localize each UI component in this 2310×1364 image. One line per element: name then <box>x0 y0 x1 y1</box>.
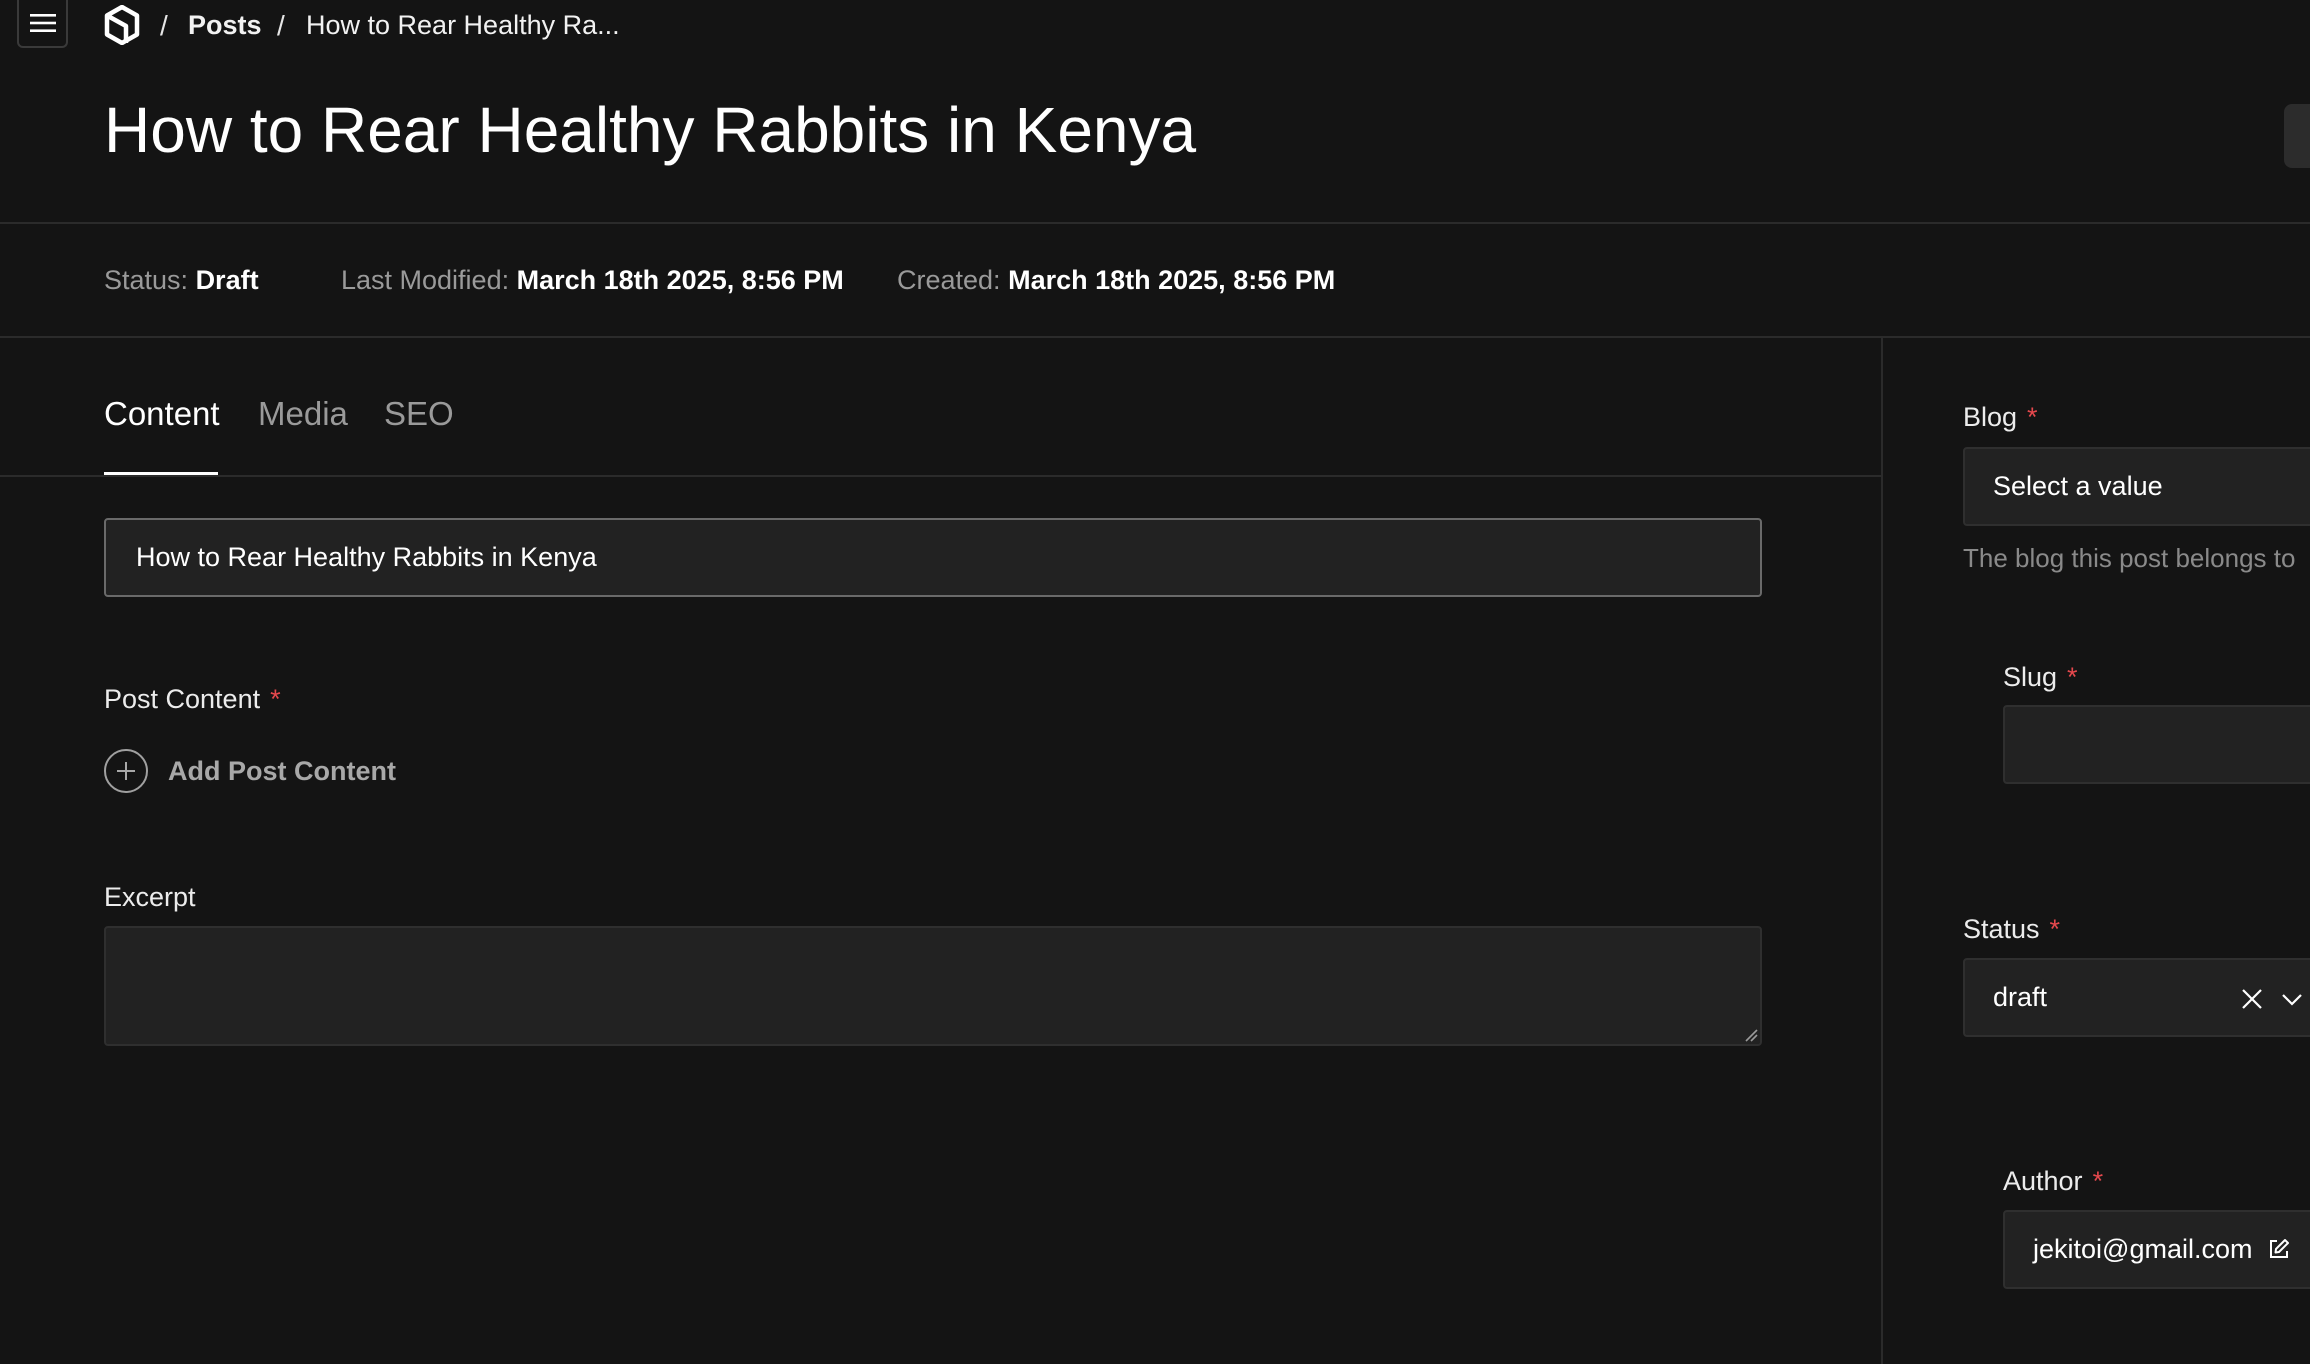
tab-media[interactable]: Media <box>258 395 348 433</box>
title-input[interactable] <box>104 518 1762 597</box>
breadcrumb-separator: / <box>160 10 168 41</box>
app-logo-icon[interactable] <box>104 5 140 45</box>
created-value: March 18th 2025, 8:56 PM <box>1008 265 1336 295</box>
slug-label-text: Slug <box>2003 662 2058 692</box>
plus-circle-icon <box>104 749 148 793</box>
status-label-text: Status <box>1963 914 2040 944</box>
status-meta: Status: Draft <box>104 265 259 296</box>
last-modified-value: March 18th 2025, 8:56 PM <box>516 265 844 295</box>
slug-input[interactable] <box>2003 705 2310 784</box>
tab-seo[interactable]: SEO <box>384 395 454 433</box>
header-divider <box>0 222 2310 224</box>
chevron-down-icon[interactable] <box>2281 990 2303 1008</box>
status-label: Status * <box>1963 914 2060 945</box>
breadcrumb-current-page: How to Rear Healthy Ra... <box>306 10 620 40</box>
breadcrumb-posts-link[interactable]: Posts <box>188 10 262 41</box>
blog-select[interactable]: Select a value <box>1963 447 2310 526</box>
last-modified-meta: Last Modified: March 18th 2025, 8:56 PM <box>341 265 844 296</box>
required-indicator: * <box>2049 914 2061 944</box>
excerpt-textarea[interactable] <box>104 926 1762 1046</box>
status-meta-label: Status: <box>104 265 189 295</box>
edit-icon[interactable] <box>2268 1238 2290 1260</box>
tabs-divider <box>0 475 1881 477</box>
meta-divider <box>0 336 2310 338</box>
sidebar-divider <box>1881 338 1883 1364</box>
required-indicator: * <box>2092 1166 2104 1196</box>
author-field[interactable]: jekitoi@gmail.com <box>2003 1210 2310 1289</box>
status-meta-value: Draft <box>195 265 259 295</box>
blog-label-text: Blog <box>1963 402 2018 432</box>
required-indicator: * <box>2067 662 2078 692</box>
blog-select-placeholder: Select a value <box>1993 471 2163 501</box>
blog-description: The blog this post belongs to <box>1963 543 2296 573</box>
header-action-button[interactable] <box>2284 104 2310 168</box>
post-content-label: Post Content * <box>104 684 281 715</box>
author-label: Author * <box>2003 1166 2103 1197</box>
excerpt-label: Excerpt <box>104 882 196 912</box>
created-meta: Created: March 18th 2025, 8:56 PM <box>897 265 1335 296</box>
page-title: How to Rear Healthy Rabbits in Kenya <box>104 94 1197 166</box>
close-icon[interactable] <box>2240 987 2264 1011</box>
author-label-text: Author <box>2003 1166 2083 1196</box>
required-indicator: * <box>2027 402 2038 432</box>
add-post-content-label: Add Post Content <box>168 755 396 786</box>
required-indicator: * <box>270 684 281 714</box>
last-modified-label: Last Modified: <box>341 265 510 295</box>
blog-label: Blog * <box>1963 402 2038 433</box>
author-field-value: jekitoi@gmail.com <box>2033 1234 2253 1264</box>
created-label: Created: <box>897 265 1001 295</box>
post-content-label-text: Post Content <box>104 684 261 714</box>
breadcrumb-separator: / <box>277 10 285 41</box>
slug-label: Slug * <box>2003 662 2078 693</box>
add-post-content-button[interactable]: Add Post Content <box>104 749 396 793</box>
status-select-value: draft <box>1993 982 2048 1012</box>
menu-button[interactable] <box>17 0 68 48</box>
tab-content[interactable]: Content <box>104 395 220 433</box>
hamburger-menu-icon <box>29 14 56 32</box>
resize-grip-icon[interactable] <box>1744 1028 1758 1042</box>
